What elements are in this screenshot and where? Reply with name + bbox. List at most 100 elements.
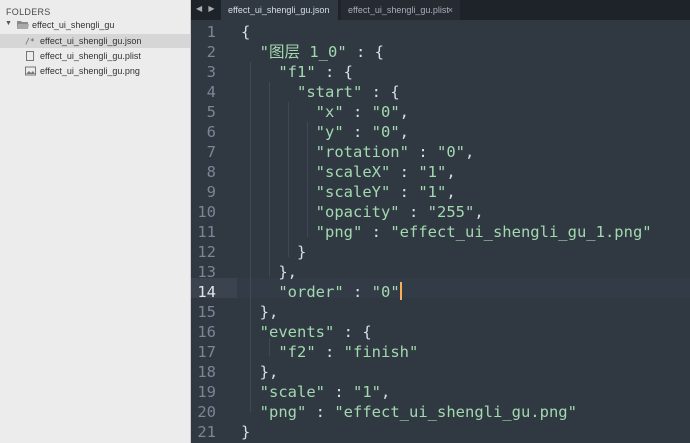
code-token: }, <box>241 303 279 321</box>
tab-label: effect_ui_shengli_gu.plist <box>348 5 449 15</box>
code-token: : <box>343 283 372 301</box>
code-file-icon: /* <box>25 36 36 46</box>
tab-json[interactable]: effect_ui_shengli_gu.json <box>221 0 338 20</box>
code-token: : <box>306 403 335 421</box>
code-token: "f1" <box>278 63 316 81</box>
code-line: "scaleX" : "1", <box>241 162 456 182</box>
code-token: "0" <box>371 123 400 141</box>
line-number: 1 <box>206 23 216 41</box>
code-token: , <box>446 163 456 181</box>
line-number: 16 <box>197 323 216 341</box>
file-item-json[interactable]: /* effect_ui_shengli_gu.json <box>0 34 190 48</box>
code-token: : <box>390 183 419 201</box>
code-line: { <box>241 22 250 42</box>
line-number: 18 <box>197 363 216 381</box>
file-item-plist[interactable]: effect_ui_shengli_gu.plist <box>0 49 190 63</box>
code-line: "图层 1_0" : { <box>241 42 384 62</box>
code-token: "1" <box>353 383 381 401</box>
tab-plist[interactable]: effect_ui_shengli_gu.plist × <box>341 0 460 20</box>
line-number: 13 <box>197 263 216 281</box>
code-token: , <box>474 203 484 221</box>
code-line: "opacity" : "255", <box>241 202 484 222</box>
code-token: "scaleX" <box>315 163 391 181</box>
code-line: "x" : "0", <box>241 102 409 122</box>
chevron-down-icon[interactable]: ▼ <box>5 20 14 30</box>
line-number: 8 <box>206 163 216 181</box>
nav-arrows-icon[interactable]: ◀ ▶ <box>196 4 217 13</box>
code-token: "opacity" <box>315 203 400 221</box>
code-token: : <box>390 163 419 181</box>
tab-bar: ◀ ▶ effect_ui_shengli_gu.json effect_ui_… <box>191 0 690 20</box>
code-line: "y" : "0", <box>241 122 409 142</box>
line-number: 10 <box>197 203 216 221</box>
line-number: 9 <box>206 183 216 201</box>
code-token: "x" <box>315 103 344 121</box>
code-token: "0" <box>371 283 400 301</box>
code-token: "rotation" <box>315 143 409 161</box>
line-number: 21 <box>197 423 216 441</box>
line-number: 11 <box>197 223 216 241</box>
code-token: "events" <box>259 323 335 341</box>
code-line: "events" : { <box>241 322 372 342</box>
line-number: 17 <box>197 343 216 361</box>
line-number-gutter: 1 2 3 4 5 6 7 8 9 10 11 12 13 14 15 16 17 18 19 20 21 <box>191 22 229 443</box>
code-line: } <box>241 422 250 442</box>
code-token: "start" <box>297 83 363 101</box>
line-number: 20 <box>197 403 216 421</box>
code-token: , <box>381 383 391 401</box>
text-caret <box>399 282 402 300</box>
code-token: "png" <box>315 223 363 241</box>
line-number: 14 <box>197 283 216 301</box>
code-token: : <box>315 343 344 361</box>
code-area[interactable]: { "图层 1_0" : { "f1" : { "start" : { "x" … <box>241 22 690 443</box>
code-token: }, <box>241 363 279 381</box>
editor-pane: ◀ ▶ effect_ui_shengli_gu.json effect_ui_… <box>191 0 690 443</box>
code-token: , <box>399 123 409 141</box>
code-token: : <box>343 103 372 121</box>
code-token: "1" <box>418 183 447 201</box>
code-token: "finish" <box>343 343 419 361</box>
code-token: }, <box>241 263 297 281</box>
code-line: "rotation" : "0", <box>241 142 475 162</box>
code-token: "y" <box>315 123 344 141</box>
code-token: : { <box>362 83 400 101</box>
code-token: "0" <box>371 103 400 121</box>
code-token: "图层 1_0" <box>259 43 347 61</box>
folders-header: FOLDERS <box>6 7 51 17</box>
line-number: 6 <box>206 123 216 141</box>
folder-label: effect_ui_shengli_gu <box>32 20 115 30</box>
code-line: }, <box>241 302 279 322</box>
close-icon[interactable]: × <box>448 5 453 15</box>
line-number: 4 <box>206 83 216 101</box>
line-number: 19 <box>197 383 216 401</box>
folder-item-root[interactable]: ▼ effect_ui_shengli_gu <box>0 18 190 32</box>
line-number: 12 <box>197 243 216 261</box>
file-item-png[interactable]: effect_ui_shengli_gu.png <box>0 64 190 78</box>
code-token: "effect_ui_shengli_gu_1.png" <box>390 223 652 241</box>
line-number: 7 <box>206 143 216 161</box>
code-token: : { <box>315 63 353 81</box>
code-token: "255" <box>427 203 475 221</box>
code-token: , <box>464 143 475 161</box>
file-icon <box>25 51 36 61</box>
code-token: "scaleY" <box>315 183 391 201</box>
code-token: "0" <box>436 143 465 161</box>
code-token: "effect_ui_shengli_gu.png" <box>334 403 577 421</box>
code-line: "scale" : "1", <box>241 382 391 402</box>
svg-text:/*: /* <box>25 37 35 46</box>
code-token: : <box>343 123 372 141</box>
file-label: effect_ui_shengli_gu.plist <box>40 51 141 61</box>
code-token: : <box>362 223 391 241</box>
code-line: "order" : "0" <box>241 282 402 302</box>
